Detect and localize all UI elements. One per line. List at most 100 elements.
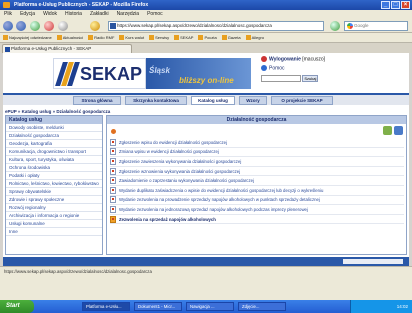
- sidebar-item[interactable]: Ochrona środowiska: [6, 164, 102, 172]
- logo-chevrons-icon: [55, 62, 80, 86]
- service-link[interactable]: Zgłoszenie zawieszenia wykonywania dział…: [110, 157, 404, 167]
- window-controls: _ □ ×: [381, 1, 410, 9]
- close-button[interactable]: ×: [401, 1, 410, 9]
- menu-help[interactable]: Pomoc: [147, 10, 163, 19]
- firefox-icon: [3, 2, 10, 8]
- document-icon: [110, 148, 116, 156]
- document-icon: [110, 186, 116, 194]
- bookmark-item[interactable]: Serwisy: [149, 35, 169, 40]
- bookmark-item[interactable]: Allegro: [246, 35, 264, 40]
- menu-edit[interactable]: Edycja: [20, 10, 35, 19]
- address-bar[interactable]: https://www.sekap.pl/sekap.aspx/drzewo/d…: [108, 21, 324, 31]
- site-header: SEKAP Śląsk bliższy on-line Wylogowanie …: [3, 53, 409, 93]
- menu-file[interactable]: Plik: [4, 10, 12, 19]
- menu-history[interactable]: Historia: [65, 10, 82, 19]
- reload-icon[interactable]: [30, 21, 40, 31]
- help-link[interactable]: Pomoc: [261, 65, 285, 71]
- address-url: https://www.sekap.pl/sekap.aspx/drzewo/d…: [117, 23, 272, 28]
- footer-links: [343, 259, 403, 264]
- service-link[interactable]: Zmiana wpisu w ewidencji działalności go…: [110, 148, 404, 158]
- tab-templates[interactable]: Wzory: [239, 96, 267, 105]
- go-icon[interactable]: [330, 21, 340, 31]
- home-icon[interactable]: [58, 21, 68, 31]
- bookmark-item[interactable]: Kurs walut: [119, 35, 144, 40]
- bookmark-item[interactable]: Aktualności: [57, 35, 83, 40]
- browser-tab[interactable]: Platforma e-Usług Publicznych - SEKAP: [2, 44, 132, 53]
- status-text: https://www.sekap.pl/sekap.aspx/drzewo/d…: [4, 269, 152, 274]
- site-search-button[interactable]: Szukaj: [302, 75, 319, 82]
- service-link[interactable]: Zgłoszenie wpisu do ewidencji działalnoś…: [110, 138, 404, 148]
- people-icon[interactable]: [383, 126, 392, 135]
- start-button[interactable]: Start: [0, 300, 34, 313]
- document-icon: [110, 205, 116, 213]
- google-icon: [347, 23, 353, 29]
- sidebar-item[interactable]: Podatki i opłaty: [6, 172, 102, 180]
- forward-icon[interactable]: [16, 21, 26, 31]
- minimize-button[interactable]: _: [381, 1, 390, 9]
- page-content: SEKAP Śląsk bliższy on-line Wylogowanie …: [3, 53, 409, 266]
- sidebar-item[interactable]: Geodezja, kartografia: [6, 140, 102, 148]
- sidebar-item[interactable]: Kultura, sport, turystyka, oświata: [6, 156, 102, 164]
- bookmark-item[interactable]: Radio RMF: [88, 35, 114, 40]
- taskbar-item[interactable]: Nawigacja ...: [186, 302, 234, 311]
- tab-strip: Platforma e-Usług Publicznych - SEKAP: [0, 43, 412, 53]
- service-link-list: Zgłoszenie wpisu do ewidencji działalnoś…: [110, 138, 404, 225]
- sidebar-item[interactable]: Rolnictwo, leśnictwo, łowiectwo, rybołów…: [6, 180, 102, 188]
- logout-user: [macuszo]: [302, 56, 326, 63]
- company-icon[interactable]: [394, 126, 403, 135]
- logout-link[interactable]: Wylogowanie [macuszo]: [261, 56, 325, 62]
- logo-text: SEKAP: [80, 64, 143, 84]
- document-icon: [110, 196, 116, 204]
- clock: 14:02: [396, 304, 408, 309]
- tab-about[interactable]: O projekcie SEKAP: [271, 96, 333, 105]
- sidebar-item[interactable]: Komunikacja, drogownictwo i transport: [6, 148, 102, 156]
- bookmark-item[interactable]: SEKAP: [174, 35, 193, 40]
- bookmark-star-icon[interactable]: [90, 21, 100, 31]
- taskbar-item[interactable]: Zdjęcie...: [238, 302, 286, 311]
- document-icon: [110, 167, 116, 175]
- service-link[interactable]: Wydanie duplikatu zaświadczenia o wpisie…: [110, 186, 404, 196]
- services-panel: Działalność gospodarcza Zgłoszenie wpisu…: [106, 115, 407, 255]
- menu-bookmarks[interactable]: Zakładki: [90, 10, 109, 19]
- section-bullet-icon: [111, 129, 116, 134]
- document-icon: [110, 138, 116, 146]
- sidebar-item[interactable]: Sprawy obywatelskie: [6, 188, 102, 196]
- menu-view[interactable]: Widok: [43, 10, 57, 19]
- bookmarks-toolbar: Najczęściej odwiedzane Aktualności Radio…: [0, 33, 412, 43]
- sidebar-item[interactable]: Archiwizacja i informacja o regionie: [6, 212, 102, 220]
- tab-home[interactable]: Strona główna: [73, 96, 121, 105]
- site-search: Szukaj: [261, 75, 319, 82]
- breadcrumb[interactable]: ePUP » Katalog usług » Działalność gospo…: [5, 109, 110, 114]
- service-link-highlighted[interactable]: Zezwolenia na sprzedaż napojów alkoholow…: [110, 215, 404, 225]
- search-field[interactable]: Google: [344, 21, 408, 31]
- back-icon[interactable]: [3, 21, 13, 31]
- bookmark-item[interactable]: Poczta: [198, 35, 216, 40]
- taskbar-item[interactable]: Platforma e-Usłu...: [82, 302, 130, 311]
- sidebar-item[interactable]: Dowody osobiste, meldunki: [6, 124, 102, 132]
- site-search-input[interactable]: [261, 75, 301, 82]
- service-link[interactable]: Zgłoszenie wznowienia wykonywania działa…: [110, 167, 404, 177]
- sidebar-item[interactable]: Rozwój regionalny: [6, 204, 102, 212]
- tab-contact-box[interactable]: Skrzynka kontaktowa: [125, 96, 187, 105]
- sidebar-item[interactable]: Usługi komunalne: [6, 220, 102, 228]
- tab-service-catalog[interactable]: Katalog usług: [191, 96, 235, 105]
- service-link[interactable]: Wydanie zezwolenia na jednorazową sprzed…: [110, 205, 404, 215]
- panel-title: Działalność gospodarcza: [107, 116, 406, 124]
- panel-icons: [383, 126, 403, 135]
- slogan-line-1: Śląsk: [149, 66, 170, 75]
- menu-tools[interactable]: Narzędzia: [117, 10, 140, 19]
- sidebar-item[interactable]: Działalność gospodarcza: [6, 132, 102, 140]
- search-placeholder: Google: [354, 23, 369, 28]
- sekap-logo[interactable]: SEKAP: [53, 58, 146, 89]
- bookmark-item[interactable]: Najczęściej odwiedzane: [3, 35, 52, 40]
- logout-label: Wylogowanie: [269, 56, 301, 63]
- maximize-button[interactable]: □: [391, 1, 400, 9]
- sidebar-item[interactable]: Zdrowie i sprawy społeczne: [6, 196, 102, 204]
- bookmark-item[interactable]: Gazeta: [222, 35, 241, 40]
- service-link[interactable]: Wydanie zezwolenia na prowadzenie sprzed…: [110, 196, 404, 206]
- sidebar-item[interactable]: Inne: [6, 228, 102, 236]
- service-link[interactable]: Zawiadomienie o zaprzestaniu wykonywania…: [110, 176, 404, 186]
- browser-status-bar: https://www.sekap.pl/sekap.aspx/drzewo/d…: [0, 266, 412, 300]
- taskbar-item[interactable]: Dokument1 - Micr...: [134, 302, 182, 311]
- stop-icon[interactable]: [44, 21, 54, 31]
